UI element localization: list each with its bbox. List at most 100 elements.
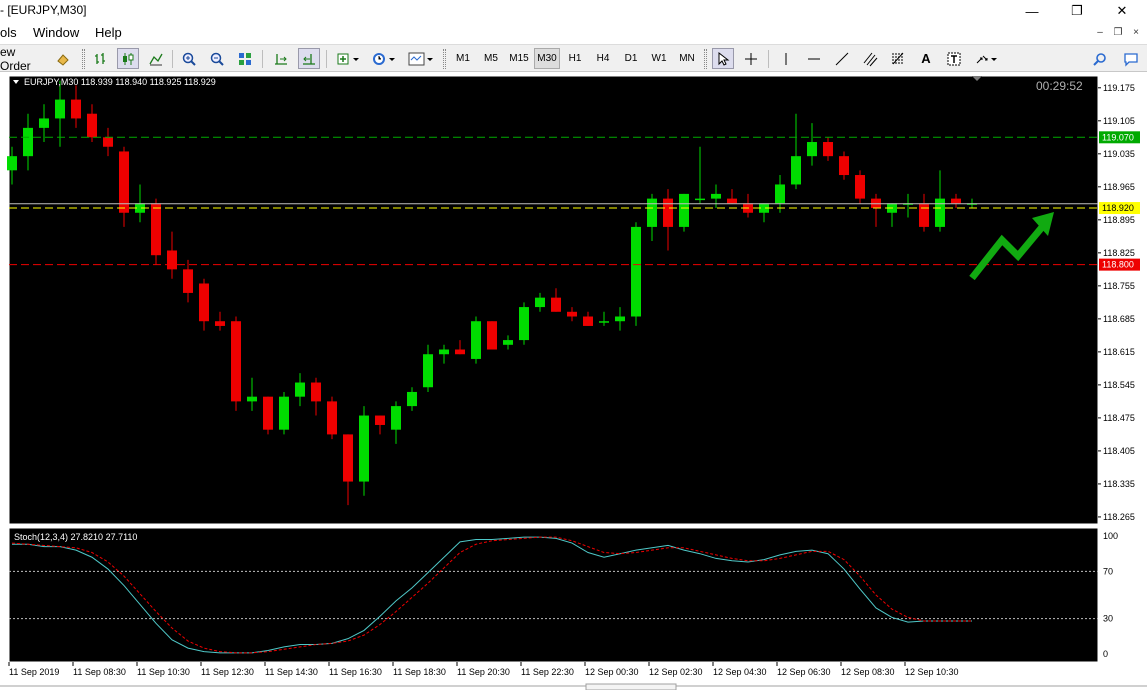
price-axis-label: 118.405	[1103, 446, 1135, 456]
bear-candle	[455, 349, 465, 355]
toolbar-separator	[326, 50, 327, 68]
period-m5-button[interactable]: M5	[478, 48, 504, 69]
time-axis-label: 11 Sep 22:30	[521, 667, 574, 677]
text-tool-icon[interactable]: A	[915, 48, 937, 69]
bull-candle	[647, 198, 657, 227]
tile-windows-icon[interactable]	[234, 48, 256, 69]
vertical-line-icon[interactable]	[775, 48, 797, 69]
bull-candle	[439, 349, 449, 355]
toolbar-grip[interactable]	[82, 49, 85, 69]
autotrading-icon[interactable]	[52, 48, 74, 69]
time-axis-label: 11 Sep 10:30	[137, 667, 190, 677]
time-axis-label: 11 Sep 18:30	[393, 667, 446, 677]
bull-candle	[695, 198, 705, 201]
chart-tab	[585, 683, 677, 690]
menu-tools[interactable]: ols	[0, 25, 17, 40]
mdi-restore-icon[interactable]: ❐	[1111, 25, 1125, 39]
chart-shift-icon[interactable]	[270, 48, 292, 69]
bull-candle	[391, 406, 401, 430]
stoch-scale-label: 30	[1103, 614, 1113, 624]
price-axis-label: 119.105	[1103, 116, 1135, 126]
symbol-info-label: EURJPY,M30 118.939 118.940 118.925 118.9…	[24, 77, 216, 87]
period-m15-button[interactable]: M15	[506, 48, 532, 69]
bull-candle	[935, 198, 945, 227]
bear-candle	[151, 203, 161, 256]
period-m1-button[interactable]: M1	[450, 48, 476, 69]
periods-dropdown-icon[interactable]	[369, 48, 399, 69]
toolbar-grip[interactable]	[443, 49, 446, 69]
indicators-dropdown-icon[interactable]	[333, 48, 363, 69]
time-axis-label: 11 Sep 14:30	[265, 667, 318, 677]
search-icon[interactable]	[1089, 48, 1111, 69]
trendline-icon[interactable]	[831, 48, 853, 69]
bull-candle	[791, 156, 801, 185]
line-chart-icon[interactable]	[145, 48, 167, 69]
bear-candle	[663, 198, 673, 227]
period-w1-button[interactable]: W1	[646, 48, 672, 69]
period-h1-button[interactable]: H1	[562, 48, 588, 69]
time-axis-label: 12 Sep 00:30	[585, 667, 639, 677]
cursor-icon[interactable]	[712, 48, 734, 69]
arrows-dropdown-icon[interactable]	[971, 48, 1001, 69]
bear-candle	[343, 434, 353, 482]
bull-candle	[359, 415, 369, 482]
bear-candle	[327, 401, 337, 435]
time-axis-label: 12 Sep 06:30	[777, 667, 831, 677]
bull-candle	[279, 396, 289, 430]
new-order-button[interactable]: ew Order	[0, 45, 46, 73]
period-d1-button[interactable]: D1	[618, 48, 644, 69]
bull-candle	[599, 321, 609, 323]
price-axis-label: 118.895	[1103, 215, 1135, 225]
mdi-close-icon[interactable]: ×	[1129, 25, 1143, 39]
bull-candle	[23, 127, 33, 157]
stoch-panel-background	[8, 527, 1099, 663]
auto-scroll-icon[interactable]	[298, 48, 320, 69]
chat-icon[interactable]	[1120, 48, 1142, 69]
horizontal-line-icon[interactable]	[803, 48, 825, 69]
price-axis-label: 118.615	[1103, 347, 1135, 357]
price-chart[interactable]: 119.175 119.105 119.035 118.965 118.895 118.8…	[0, 72, 1147, 690]
bull-candle	[775, 184, 785, 204]
bear-candle	[199, 283, 209, 322]
close-window-icon[interactable]: ✕	[1099, 0, 1145, 22]
bear-candle	[919, 203, 929, 227]
zoom-out-icon[interactable]	[206, 48, 228, 69]
bull-candle	[39, 118, 49, 128]
toolbar-separator	[262, 50, 263, 68]
bear-candle	[487, 321, 497, 350]
fibonacci-icon[interactable]	[887, 48, 909, 69]
bear-candle	[375, 415, 385, 425]
bear-candle	[855, 175, 865, 199]
bear-candle	[263, 396, 273, 430]
period-h4-button[interactable]: H4	[590, 48, 616, 69]
price-axis-label: 118.265	[1103, 512, 1135, 522]
candlestick-chart-icon[interactable]	[117, 48, 139, 69]
menu-help[interactable]: Help	[95, 25, 122, 40]
bear-candle	[231, 321, 241, 402]
time-axis-label: 12 Sep 10:30	[905, 667, 959, 677]
bear-candle	[215, 321, 225, 326]
mdi-minimize-icon[interactable]: –	[1093, 25, 1107, 39]
equidistant-channel-icon[interactable]	[859, 48, 881, 69]
crosshair-icon[interactable]	[740, 48, 762, 69]
templates-dropdown-icon[interactable]	[405, 48, 437, 69]
period-m30-button[interactable]: M30	[534, 48, 560, 69]
bear-candle	[311, 382, 321, 402]
menu-window[interactable]: Window	[33, 25, 79, 40]
bull-candle	[631, 226, 641, 317]
toolbar-separator	[768, 50, 769, 68]
time-axis-label: 11 Sep 2019	[9, 667, 59, 677]
price-axis-label: 118.965	[1103, 182, 1135, 192]
bull-candle	[807, 142, 817, 157]
text-label-icon[interactable]	[943, 48, 965, 69]
bar-chart-icon[interactable]	[90, 48, 112, 69]
restore-window-icon[interactable]: ❐	[1054, 0, 1100, 22]
price-axis-label: 118.755	[1103, 281, 1135, 291]
minimize-window-icon[interactable]: —	[1009, 0, 1055, 22]
period-mn-button[interactable]: MN	[674, 48, 700, 69]
zoom-in-icon[interactable]	[178, 48, 200, 69]
bull-candle	[55, 99, 65, 119]
bull-candle	[247, 396, 257, 402]
toolbar-grip[interactable]	[704, 49, 707, 69]
bear-candle	[951, 198, 961, 204]
